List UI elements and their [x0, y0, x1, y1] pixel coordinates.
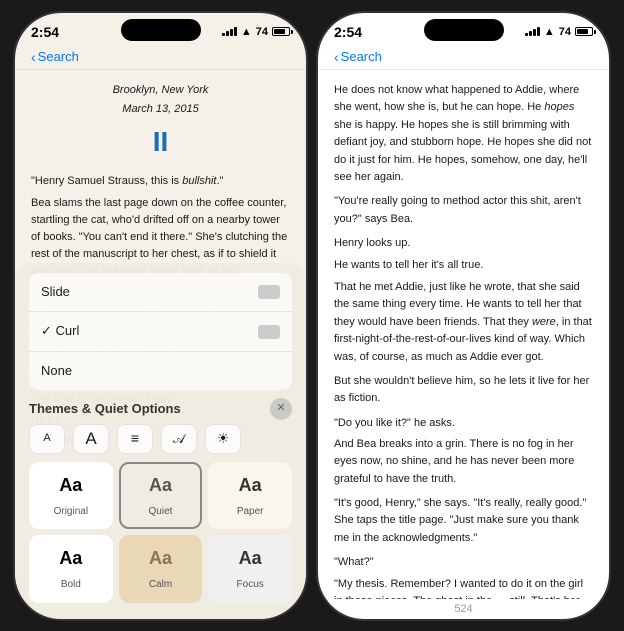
curl-icon: [258, 325, 280, 339]
transition-none[interactable]: None: [29, 352, 292, 390]
wifi-icon: ▲: [241, 26, 252, 38]
right-nav-bar: ‹ Search: [318, 45, 609, 70]
right-battery-icon: [575, 27, 593, 36]
theme-grid: Aa Original Aa Quiet Aa Paper Aa Bold: [29, 462, 292, 603]
transition-options: Slide ✓ Curl None: [29, 273, 292, 389]
right-signal-icon: [525, 27, 540, 36]
battery-label: 74: [256, 26, 268, 38]
back-button[interactable]: ‹ Search: [31, 49, 79, 65]
page-number: 524: [318, 599, 609, 619]
transition-curl-label: ✓ Curl: [41, 321, 79, 341]
theme-calm-name: Calm: [149, 577, 172, 593]
book-chapter: II: [31, 120, 290, 163]
font-list-button[interactable]: ≡: [117, 424, 153, 454]
book-location-line2: March 13, 2015: [31, 101, 290, 118]
theme-calm[interactable]: Aa Calm: [119, 535, 203, 602]
themes-label: Themes & Quiet Options: [29, 399, 181, 419]
theme-paper-label: Aa: [239, 472, 262, 500]
right-back-button[interactable]: ‹ Search: [334, 49, 382, 65]
right-status-icons: ▲ 74: [525, 26, 593, 38]
theme-quiet[interactable]: Aa Quiet: [119, 462, 203, 529]
book-header: Brooklyn, New York March 13, 2015 II: [31, 82, 290, 163]
theme-original[interactable]: Aa Original: [29, 462, 113, 529]
close-button[interactable]: ✕: [270, 398, 292, 420]
right-chevron-left-icon: ‹: [334, 49, 339, 65]
theme-paper[interactable]: Aa Paper: [208, 462, 292, 529]
slide-icon: [258, 285, 280, 299]
dynamic-island: [121, 19, 201, 41]
right-time: 2:54: [334, 24, 362, 40]
right-battery-label: 74: [559, 26, 571, 38]
brightness-button[interactable]: ☀: [205, 424, 241, 454]
transition-slide-label: Slide: [41, 282, 70, 302]
theme-quiet-name: Quiet: [149, 504, 173, 520]
right-phone: 2:54 ▲ 74 ‹ Search: [316, 11, 611, 621]
theme-calm-label: Aa: [149, 545, 172, 573]
right-book-content: He does not know what happened to Addie,…: [318, 70, 609, 599]
battery-icon: [272, 27, 290, 36]
theme-focus[interactable]: Aa Focus: [208, 535, 292, 602]
theme-paper-name: Paper: [237, 504, 264, 520]
left-book-content: Brooklyn, New York March 13, 2015 II "He…: [15, 70, 306, 619]
right-wifi-icon: ▲: [544, 26, 555, 38]
theme-bold[interactable]: Aa Bold: [29, 535, 113, 602]
right-back-label: Search: [341, 49, 382, 64]
font-decrease-button[interactable]: A: [29, 424, 65, 454]
font-increase-button[interactable]: A: [73, 424, 109, 454]
left-status-icons: ▲ 74: [222, 26, 290, 38]
font-options-row: A A ≡ 𝒜 ☀: [29, 424, 292, 454]
back-label: Search: [38, 49, 79, 64]
font-style-button[interactable]: 𝒜: [161, 424, 197, 454]
theme-original-name: Original: [54, 504, 88, 520]
signal-icon: [222, 27, 237, 36]
theme-bold-name: Bold: [61, 577, 81, 593]
left-time: 2:54: [31, 24, 59, 40]
theme-original-label: Aa: [59, 472, 82, 500]
theme-quiet-label: Aa: [149, 472, 172, 500]
right-dynamic-island: [424, 19, 504, 41]
chevron-left-icon: ‹: [31, 49, 36, 65]
left-phone: 2:54 ▲ 74 ‹ Search: [13, 11, 308, 621]
theme-focus-label: Aa: [239, 545, 262, 573]
transition-curl[interactable]: ✓ Curl: [29, 312, 292, 351]
transition-slide[interactable]: Slide: [29, 273, 292, 312]
transition-none-label: None: [41, 361, 72, 381]
book-location-line1: Brooklyn, New York: [31, 82, 290, 99]
theme-focus-name: Focus: [237, 577, 264, 593]
overlay-panel: Slide ✓ Curl None: [15, 263, 306, 618]
left-status-bar: 2:54 ▲ 74: [15, 13, 306, 45]
themes-header: Themes & Quiet Options ✕: [29, 398, 292, 420]
right-status-bar: 2:54 ▲ 74: [318, 13, 609, 45]
theme-bold-label: Aa: [59, 545, 82, 573]
left-nav-bar: ‹ Search: [15, 45, 306, 70]
